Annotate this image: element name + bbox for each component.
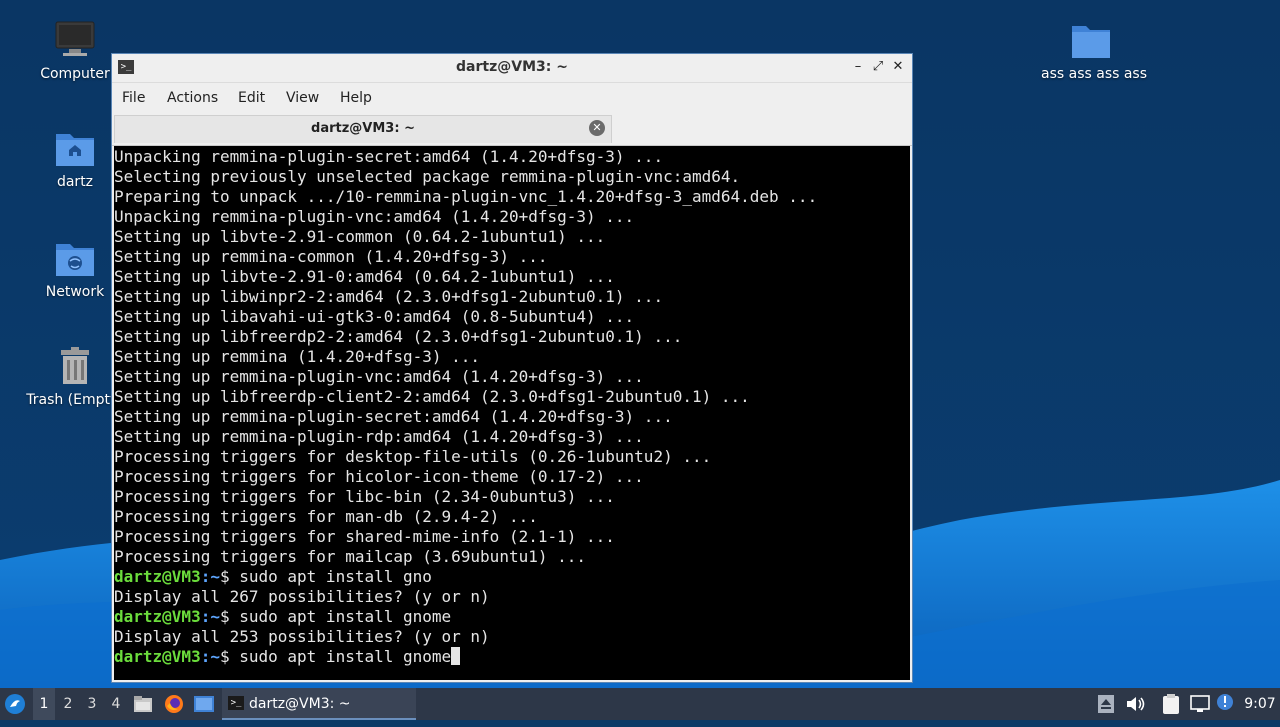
prompt-user: dartz@VM3 bbox=[114, 567, 201, 586]
trash-icon bbox=[61, 347, 89, 384]
terminal-line: Processing triggers for libc-bin (2.34-0… bbox=[114, 487, 615, 506]
file-manager-icon bbox=[134, 696, 152, 712]
tray-network-button[interactable] bbox=[1190, 688, 1212, 720]
prompt-symbol: $ bbox=[219, 567, 240, 586]
text-cursor bbox=[451, 647, 461, 665]
menu-help[interactable]: Help bbox=[340, 90, 372, 106]
computer-icon bbox=[55, 21, 95, 56]
prompt-path: :~ bbox=[200, 567, 220, 586]
terminal-output[interactable]: Unpacking remmina-plugin-secret:amd64 (1… bbox=[114, 146, 910, 680]
menu-bar: File Actions Edit View Help bbox=[112, 83, 912, 113]
network-icon bbox=[1190, 695, 1210, 712]
command-line: dartz@VM3:~$ sudo apt install gno bbox=[114, 567, 910, 587]
terminal-line: Setting up remmina-common (1.4.20+dfsg-3… bbox=[114, 247, 548, 266]
desktop-icon-label: Trash (Empty) bbox=[26, 392, 124, 408]
desktop-icon-label: dartz bbox=[56, 174, 94, 190]
terminal-line: Display all 267 possibilities? (y or n) bbox=[114, 587, 490, 606]
desktop-icon-label: Network bbox=[45, 284, 105, 300]
network-folder-icon bbox=[56, 244, 94, 276]
menu-view[interactable]: View bbox=[286, 90, 319, 106]
tray-eject-button[interactable] bbox=[1098, 688, 1116, 720]
prompt-symbol: $ bbox=[219, 647, 240, 666]
tab-label: dartz@VM3: ~ bbox=[311, 121, 415, 136]
close-button[interactable]: ✕ bbox=[890, 59, 906, 75]
menu-edit[interactable]: Edit bbox=[238, 90, 265, 106]
terminal-line: Setting up libfreerdp-client2-2:amd64 (2… bbox=[114, 387, 750, 406]
tray-volume-button[interactable] bbox=[1126, 688, 1146, 720]
app-menu-button[interactable] bbox=[4, 688, 28, 720]
command-line: dartz@VM3:~$ sudo apt install gnome bbox=[114, 607, 910, 627]
menu-actions[interactable]: Actions bbox=[167, 90, 218, 106]
window-titlebar[interactable]: >_ dartz@VM3: ~ – ⤢ ✕ bbox=[112, 54, 912, 83]
task-label: dartz@VM3: ~ bbox=[249, 696, 351, 712]
terminal-line: Processing triggers for man-db (2.9.4-2)… bbox=[114, 507, 538, 526]
update-notifier-icon bbox=[1217, 694, 1233, 710]
terminal-line: Processing triggers for desktop-file-uti… bbox=[114, 447, 712, 466]
desktop-icon-label: Computer bbox=[40, 66, 110, 82]
clock[interactable]: 9:07 bbox=[1244, 688, 1276, 720]
eject-icon bbox=[1098, 695, 1114, 713]
taskbar-task-terminal[interactable]: >_ dartz@VM3: ~ bbox=[222, 688, 416, 720]
workspace-1[interactable]: 1 bbox=[33, 688, 55, 720]
tray-updates-button[interactable] bbox=[1216, 688, 1236, 720]
terminal-line: Preparing to unpack .../10-remmina-plugi… bbox=[114, 187, 818, 206]
desktop-icon-home[interactable]: dartz bbox=[25, 126, 125, 190]
show-desktop-button[interactable] bbox=[194, 688, 214, 720]
terminal-line: Processing triggers for mailcap (3.69ubu… bbox=[114, 547, 587, 566]
tab-terminal[interactable]: dartz@VM3: ~ ✕ bbox=[114, 115, 612, 143]
terminal-line: Processing triggers for shared-mime-info… bbox=[114, 527, 615, 546]
folder-icon bbox=[1072, 26, 1110, 58]
terminal-window: >_ dartz@VM3: ~ – ⤢ ✕ File Actions Edit … bbox=[111, 53, 913, 683]
terminal-line: Unpacking remmina-plugin-secret:amd64 (1… bbox=[114, 147, 664, 166]
tab-bar: dartz@VM3: ~ ✕ bbox=[112, 113, 912, 146]
terminal-line: Setting up remmina-plugin-vnc:amd64 (1.4… bbox=[114, 367, 644, 386]
workspace-4[interactable]: 4 bbox=[105, 688, 127, 720]
command-input[interactable]: sudo apt install gnome bbox=[239, 647, 451, 666]
firefox-launcher[interactable] bbox=[164, 688, 184, 720]
volume-icon bbox=[1127, 697, 1145, 711]
terminal-line: Setting up remmina-plugin-secret:amd64 (… bbox=[114, 407, 673, 426]
terminal-line: Setting up libvte-2.91-common (0.64.2-1u… bbox=[114, 227, 606, 246]
tray-clipboard-button[interactable] bbox=[1162, 688, 1184, 720]
terminal-line: Processing triggers for hicolor-icon-the… bbox=[114, 467, 644, 486]
terminal-line: Unpacking remmina-plugin-vnc:amd64 (1.4.… bbox=[114, 207, 635, 226]
prompt-user: dartz@VM3 bbox=[114, 647, 201, 666]
terminal-line: Setting up remmina-plugin-rdp:amd64 (1.4… bbox=[114, 427, 644, 446]
desktop-icon-network[interactable]: Network bbox=[25, 236, 125, 300]
workspace-2[interactable]: 2 bbox=[57, 688, 79, 720]
command-text: sudo apt install gno bbox=[239, 567, 432, 586]
minimize-button[interactable]: – bbox=[850, 59, 866, 75]
maximize-button[interactable]: ⤢ bbox=[870, 59, 886, 75]
window-title: dartz@VM3: ~ bbox=[456, 59, 568, 75]
desktop-icon bbox=[194, 696, 214, 712]
workspace-3[interactable]: 3 bbox=[81, 688, 103, 720]
taskbar: 1 2 3 4 >_ dartz@VM3: ~ 9:07 bbox=[0, 688, 1280, 720]
desktop-icon-computer[interactable]: Computer bbox=[25, 18, 125, 82]
prompt-symbol: $ bbox=[219, 607, 240, 626]
desktop-icon-label: ass ass ass ass bbox=[1041, 66, 1148, 82]
command-input-line[interactable]: dartz@VM3:~$ sudo apt install gnome bbox=[114, 647, 910, 667]
home-folder-icon bbox=[56, 134, 94, 166]
command-text: sudo apt install gnome bbox=[239, 607, 452, 626]
terminal-line: Setting up remmina (1.4.20+dfsg-3) ... bbox=[114, 347, 481, 366]
menu-file[interactable]: File bbox=[122, 90, 145, 106]
firefox-icon bbox=[165, 695, 183, 713]
terminal-line: Setting up libwinpr2-2:amd64 (2.3.0+dfsg… bbox=[114, 287, 664, 306]
terminal-line: Setting up libvte-2.91-0:amd64 (0.64.2-1… bbox=[114, 267, 615, 286]
terminal-line: Selecting previously unselected package … bbox=[114, 167, 741, 186]
terminal-line: Display all 253 possibilities? (y or n) bbox=[114, 627, 490, 646]
tab-close-icon[interactable]: ✕ bbox=[589, 120, 605, 136]
desktop-icon-folder[interactable]: ass ass ass ass bbox=[1041, 18, 1147, 82]
prompt-path: :~ bbox=[200, 607, 220, 626]
desktop-icon-trash[interactable]: Trash (Empty) bbox=[25, 344, 125, 408]
prompt-user: dartz@VM3 bbox=[114, 607, 201, 626]
terminal-line: Setting up libfreerdp2-2:amd64 (2.3.0+df… bbox=[114, 327, 683, 346]
terminal-line: Setting up libavahi-ui-gtk3-0:amd64 (0.8… bbox=[114, 307, 635, 326]
terminal-task-icon: >_ bbox=[228, 696, 244, 710]
prompt-path: :~ bbox=[200, 647, 220, 666]
lubuntu-logo-icon bbox=[5, 694, 25, 714]
file-manager-launcher[interactable] bbox=[134, 688, 154, 720]
clipboard-icon bbox=[1163, 694, 1179, 714]
